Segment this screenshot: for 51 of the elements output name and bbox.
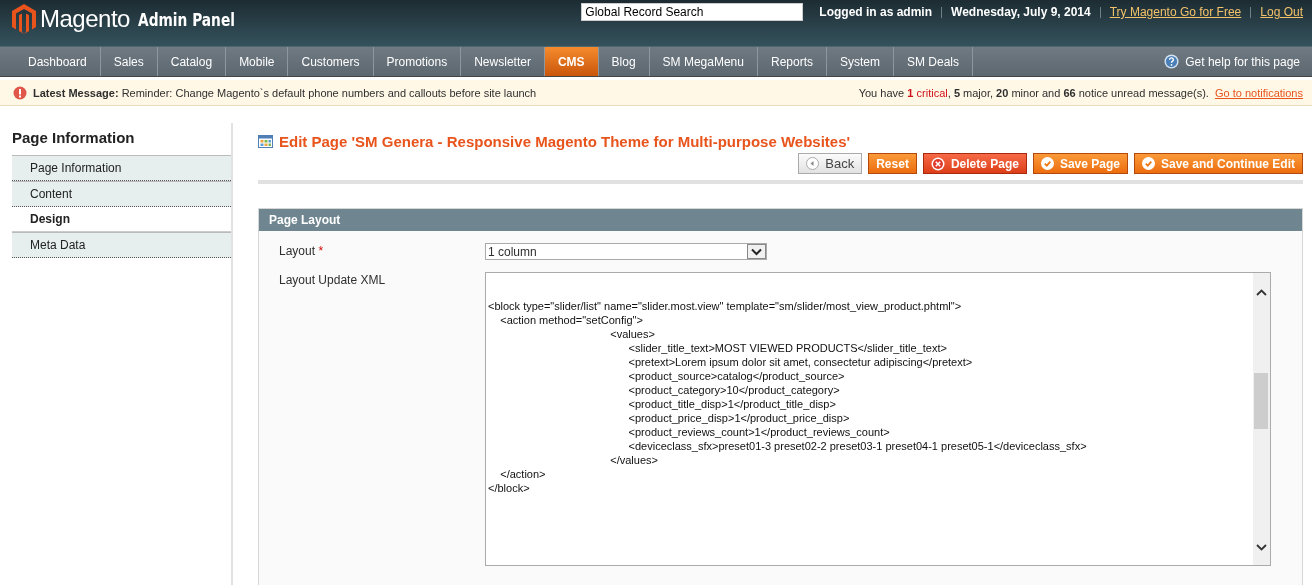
back-icon <box>806 157 820 170</box>
notifications-link[interactable]: Go to notifications <box>1214 86 1303 99</box>
page-icon <box>258 135 273 148</box>
search-field[interactable]: Global Record Search <box>581 3 804 21</box>
action-button[interactable]: Delete Page <box>922 153 1027 174</box>
nav-tab[interactable]: Dashboard <box>15 47 101 76</box>
brand-name: Magento <box>40 5 130 33</box>
page-title: Edit Page 'SM Genera - Responsive Magento Theme for Multi-purpose Websites' <box>279 133 851 150</box>
user-text: Logged in as admin <box>819 5 933 19</box>
action-button[interactable]: Save Page <box>1032 153 1128 174</box>
date-text: Wednesday, July 9, 2014 <box>951 5 1091 19</box>
scrollbar[interactable] <box>1253 273 1270 565</box>
nav-tab[interactable]: Catalog <box>157 47 227 76</box>
layout-select[interactable]: 1 column <box>485 243 767 260</box>
sidebar-tab[interactable]: Meta Data <box>12 232 231 258</box>
logo-icon <box>12 4 36 34</box>
check-icon <box>1142 157 1155 170</box>
nav-tab[interactable]: SM Deals <box>894 47 974 76</box>
header-link[interactable]: Try Magento Go for Free <box>1109 5 1242 19</box>
nav-tab[interactable]: Sales <box>100 47 158 76</box>
cancel-icon <box>930 156 945 171</box>
action-button[interactable]: Back <box>798 153 863 174</box>
scroll-down-icon[interactable] <box>1256 544 1267 551</box>
nav-tab[interactable]: Blog <box>598 47 650 76</box>
notice-summary: You have 1 critical, 5 major, 20 minor and 66 notice unread message(s). <box>858 86 1209 99</box>
nav-tab[interactable]: Customers <box>288 47 374 76</box>
sidebar-tab[interactable]: Content <box>12 181 231 207</box>
nav-tab[interactable]: CMS <box>544 47 599 76</box>
nav-tab[interactable]: Newsletter <box>461 47 545 76</box>
brand-subtitle: Admin Panel <box>137 8 235 30</box>
nav-tab[interactable]: Mobile <box>226 47 289 76</box>
sidebar-title: Page Information <box>12 129 136 146</box>
scrollbar-thumb[interactable] <box>1254 373 1268 429</box>
field-label: Layout * <box>279 243 325 260</box>
help-icon[interactable] <box>1164 54 1180 69</box>
nav-tab[interactable]: Promotions <box>373 47 462 76</box>
nav-tab[interactable]: SM MegaMenu <box>649 47 758 76</box>
header-link[interactable]: Log Out <box>1260 5 1303 19</box>
action-button[interactable]: Reset <box>868 153 917 174</box>
field-label: Layout Update XML <box>279 272 387 289</box>
check-icon <box>1040 157 1054 170</box>
help-link[interactable]: Get help for this page <box>1185 54 1300 69</box>
scroll-up-icon[interactable] <box>1256 289 1267 296</box>
alert-icon <box>13 85 27 100</box>
latest-message: Latest Message: Reminder: Change Magento`s default phone numbers and callouts before site launch <box>33 86 537 99</box>
action-button[interactable]: Save and Continue Edit <box>1134 153 1303 174</box>
dropdown-icon <box>747 244 766 259</box>
nav-tab[interactable]: Reports <box>757 47 827 76</box>
sidebar-tab[interactable]: Page Information <box>12 155 231 181</box>
section-header: Page Layout <box>259 209 1302 231</box>
nav-tab[interactable]: System <box>827 47 894 76</box>
